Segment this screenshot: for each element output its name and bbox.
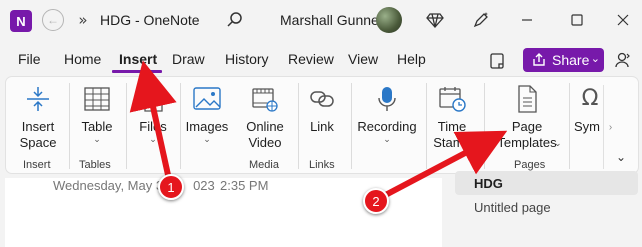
recording-caret-icon: ⌄ [383,135,391,145]
calendar-clock-icon [436,83,468,115]
page-time: 2:35 PM [220,178,269,193]
time-stamp-label-2: Stamp [433,135,471,150]
recording-label: Recording [357,119,417,134]
back-arrow-icon[interactable]: ← [42,9,64,31]
group-divider [426,83,427,169]
group-divider [69,83,70,169]
group-divider [180,83,181,169]
group-divider [126,83,127,169]
annotation-badge-1: 1 [158,174,184,200]
group-divider [569,83,570,169]
active-tab-indicator [112,70,162,73]
insert-space-label-2: Space [19,135,57,150]
online-video-label-2: Video [248,135,282,150]
ribbon-panel: Insert Space Insert Table ⌄ Tables Files… [5,76,639,174]
overflow-button[interactable]: » [72,8,94,32]
page-templates-label-2: Templates [497,135,557,150]
notebook-icon[interactable] [486,50,508,72]
file-icon [137,83,169,115]
insert-space-button[interactable]: Insert Space [16,83,60,151]
images-caret-icon: ⌄ [203,135,211,145]
group-divider [298,83,299,169]
page-templates-caret-icon: ⌄ [554,139,562,149]
page-template-icon [511,83,543,115]
title-bar: N ← » HDG - OneNote Marshall Gunnell [0,0,642,42]
page-templates-button[interactable]: Page Templates [492,83,562,151]
collapse-ribbon-icon[interactable]: ⌄ [616,150,626,164]
microphone-icon [371,83,403,115]
group-label-links: Links [309,159,335,171]
pen-sparkle-icon[interactable] [470,8,492,32]
link-icon [306,83,338,115]
group-label-insert: Insert [23,159,51,171]
onenote-icon: N [10,10,32,32]
tab-history[interactable]: History [225,51,269,67]
video-icon [249,83,281,115]
files-label: Files [139,119,167,134]
online-video-button[interactable]: Online Video [241,83,289,151]
share-button[interactable]: Share ⌄ [523,48,604,72]
online-video-label-1: Online [246,119,284,134]
share-label: Share [552,52,590,68]
ribbon-scroll-right-button[interactable]: › [603,85,617,169]
link-label: Link [310,119,334,134]
search-icon[interactable] [224,8,246,32]
time-stamp-caret-icon: ⌄ [472,139,480,149]
insert-space-label-1: Insert [21,119,55,134]
tab-file[interactable]: File [18,51,41,67]
page-date: Wednesday, May 3 023 [53,178,215,193]
group-divider [351,83,352,169]
group-label-tables: Tables [79,159,111,171]
close-icon[interactable] [612,8,634,32]
tab-review[interactable]: Review [288,51,334,67]
tab-view[interactable]: View [348,51,378,67]
files-button[interactable]: Files ⌄ [130,83,176,145]
avatar[interactable] [376,7,402,33]
page-list-item-label[interactable]: HDG [474,176,503,191]
symbols-label: Sym [574,119,600,134]
table-icon [81,83,113,115]
table-button[interactable]: Table ⌄ [74,83,120,145]
symbols-button[interactable]: Ω Sym [574,83,602,135]
maximize-icon[interactable] [566,8,588,32]
images-label: Images [185,119,229,134]
omega-icon: Ω [581,86,599,111]
share-icon [533,53,545,66]
link-button[interactable]: Link [304,83,340,135]
recording-button[interactable]: Recording ⌄ [355,83,419,145]
images-button[interactable]: Images ⌄ [183,83,231,145]
page-templates-label-1: Page [511,119,543,134]
people-icon[interactable] [611,48,635,72]
page-list-item[interactable]: Untitled page [474,200,551,215]
group-divider [484,83,485,169]
table-label: Table [81,119,113,134]
tab-insert[interactable]: Insert [119,51,157,67]
tab-draw[interactable]: Draw [172,51,205,67]
files-caret-icon: ⌄ [149,135,157,145]
table-caret-icon: ⌄ [93,135,101,145]
tab-home[interactable]: Home [64,51,101,67]
tab-help[interactable]: Help [397,51,426,67]
insert-space-icon [22,83,54,115]
group-label-pages: Pages [514,159,546,171]
group-label-media: Media [249,159,279,171]
share-chevron-icon[interactable]: ⌄ [591,52,600,65]
diamond-icon[interactable] [424,8,446,32]
window-title: HDG - OneNote [100,12,200,28]
time-stamp-button[interactable]: Time Stamp [430,83,474,151]
image-icon [191,83,223,115]
time-stamp-label-1: Time [437,119,467,134]
user-name[interactable]: Marshall Gunnell [280,12,385,28]
minimize-icon[interactable] [516,8,538,32]
annotation-badge-2: 2 [363,188,389,214]
